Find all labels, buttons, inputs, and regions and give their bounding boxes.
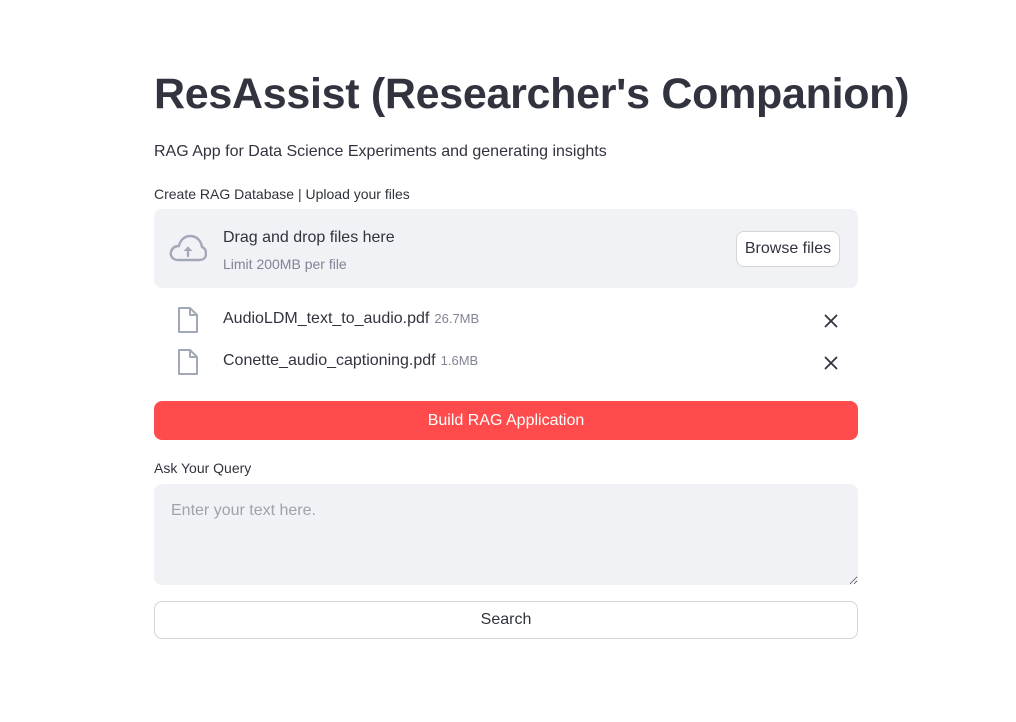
file-icon [178, 307, 198, 333]
file-size: 26.7MB [434, 311, 480, 326]
remove-file-button[interactable] [818, 308, 844, 334]
uploaded-file-row: Conette_audio_captioning.pdf 1.6MB [154, 344, 858, 378]
search-button[interactable]: Search [154, 601, 858, 639]
cloud-upload-icon [169, 234, 207, 262]
dropzone-instructions: Drag and drop files here [223, 229, 395, 246]
page-title: ResAssist (Researcher's Companion) [154, 70, 910, 118]
file-uploader-label: Create RAG Database | Upload your files [154, 186, 410, 202]
file-dropzone[interactable]: Drag and drop files here Limit 200MB per… [154, 209, 858, 288]
uploaded-file-row: AudioLDM_text_to_audio.pdf 26.7MB [154, 302, 858, 336]
close-icon [824, 314, 838, 328]
file-name: AudioLDM_text_to_audio.pdf [223, 310, 430, 327]
query-label: Ask Your Query [154, 460, 252, 476]
query-textarea[interactable] [154, 484, 858, 585]
browse-files-button[interactable]: Browse files [736, 231, 840, 267]
file-name: Conette_audio_captioning.pdf [223, 352, 436, 369]
dropzone-limit: Limit 200MB per file [223, 256, 347, 272]
file-size: 1.6MB [440, 353, 479, 368]
close-icon [824, 356, 838, 370]
file-icon [178, 349, 198, 375]
page-subtitle: RAG App for Data Science Experiments and… [154, 143, 607, 160]
build-rag-button[interactable]: Build RAG Application [154, 401, 858, 440]
remove-file-button[interactable] [818, 350, 844, 376]
